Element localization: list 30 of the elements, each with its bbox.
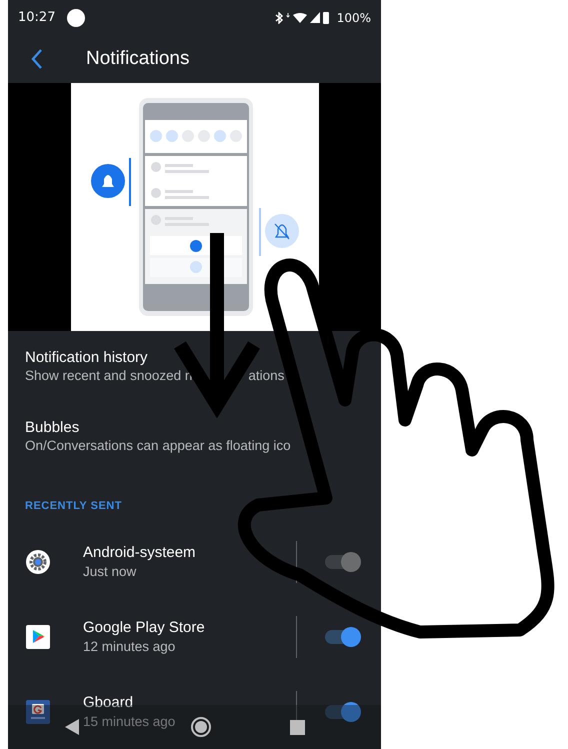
battery-icon — [322, 12, 329, 24]
screen-title: Notifications — [86, 48, 190, 70]
app-time: 12 minutes ago — [83, 639, 176, 654]
bluetooth-icon — [274, 12, 283, 24]
back-icon[interactable] — [30, 48, 44, 70]
setting-title: Bubbles — [25, 419, 80, 436]
settings-item[interactable]: Bubbles On/Conversations can appear as floating ico — [8, 401, 381, 472]
app-time: 15 minutes ago — [83, 714, 176, 729]
setting-summary: On/Conversations can appear as floating ico — [25, 438, 291, 454]
app-time: Just now — [83, 564, 136, 579]
app-name: Android-systeem — [83, 544, 196, 561]
notification-dot-icon — [67, 8, 86, 27]
back-icon[interactable] — [64, 718, 80, 736]
keyboard-icon — [25, 698, 51, 724]
setting-title: Notification history — [25, 348, 149, 366]
wifi-icon — [292, 12, 307, 24]
signal-icon — [310, 12, 320, 24]
download-arrow-icon — [286, 12, 290, 18]
battery-level: 100% — [336, 10, 371, 25]
gear-icon — [25, 548, 51, 574]
app-name: Google Play Store — [83, 619, 205, 636]
triangle-play-icon — [25, 624, 51, 650]
status-time: 10:27 — [18, 10, 56, 26]
app-name: Gboard — [83, 694, 134, 711]
toggle-switch[interactable] — [325, 704, 359, 718]
setting-summary-fragment: ations — [248, 368, 284, 383]
section-header: RECENTLY SENT — [24, 499, 123, 514]
recents-icon[interactable] — [290, 720, 305, 734]
home-icon[interactable] — [190, 716, 212, 738]
toggle-switch[interactable] — [325, 630, 359, 644]
